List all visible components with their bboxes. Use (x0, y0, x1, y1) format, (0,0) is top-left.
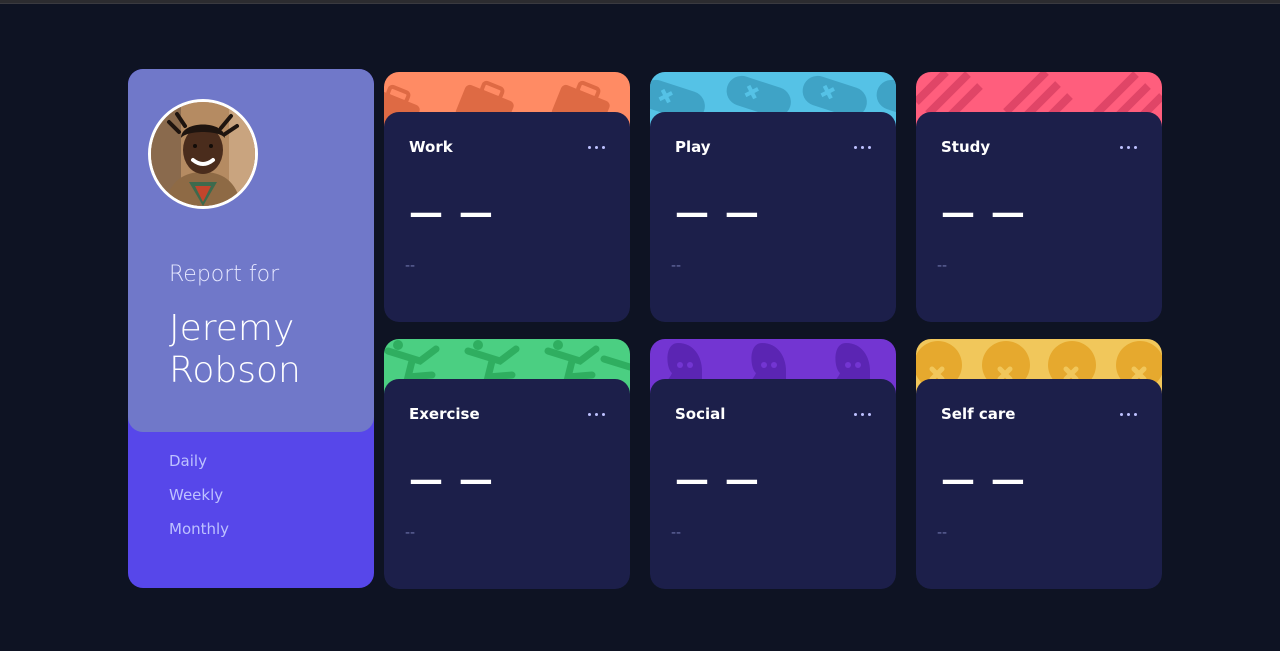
ellipsis-menu-icon[interactable] (584, 401, 610, 425)
current-hours: — — (675, 460, 761, 500)
previous-hours: -- (405, 258, 416, 274)
card-body: Play — — -- (650, 112, 896, 322)
current-hours: — — (409, 193, 495, 233)
card-title: Work (409, 138, 453, 156)
ellipsis-menu-icon[interactable] (850, 134, 876, 158)
card-body: Work — — -- (384, 112, 630, 322)
user-name: Jeremy Robson (169, 308, 301, 391)
timeframe-nav: Daily Weekly Monthly (169, 451, 229, 553)
timeframe-weekly[interactable]: Weekly (169, 485, 229, 519)
ellipsis-menu-icon[interactable] (584, 134, 610, 158)
timeframe-monthly[interactable]: Monthly (169, 519, 229, 553)
timeframe-daily[interactable]: Daily (169, 451, 229, 485)
current-hours: — — (941, 460, 1027, 500)
current-hours: — — (675, 193, 761, 233)
previous-hours: -- (937, 525, 948, 541)
current-hours: — — (941, 193, 1027, 233)
current-hours: — — (409, 460, 495, 500)
avatar-image (151, 102, 255, 206)
browser-top-edge (0, 0, 1280, 4)
card-body: Self care — — -- (916, 379, 1162, 589)
activity-card-study: Study — — -- (916, 72, 1162, 322)
activity-card-exercise: Exercise — — -- (384, 339, 630, 589)
card-title: Social (675, 405, 726, 423)
profile-header: Report for Jeremy Robson (128, 69, 374, 432)
card-title: Study (941, 138, 991, 156)
previous-hours: -- (405, 525, 416, 541)
activity-card-self-care: Self care — — -- (916, 339, 1162, 589)
report-for-label: Report for (169, 262, 280, 287)
ellipsis-menu-icon[interactable] (850, 401, 876, 425)
ellipsis-menu-icon[interactable] (1116, 401, 1142, 425)
avatar (148, 99, 258, 209)
ellipsis-menu-icon[interactable] (1116, 134, 1142, 158)
card-title: Exercise (409, 405, 480, 423)
previous-hours: -- (937, 258, 948, 274)
activity-card-work: Work — — -- (384, 72, 630, 322)
card-body: Social — — -- (650, 379, 896, 589)
previous-hours: -- (671, 258, 682, 274)
card-title: Self care (941, 405, 1016, 423)
card-title: Play (675, 138, 711, 156)
activity-card-social: Social — — -- (650, 339, 896, 589)
profile-card: Report for Jeremy Robson Daily Weekly Mo… (128, 69, 374, 588)
card-body: Study — — -- (916, 112, 1162, 322)
activity-card-play: Play — — -- (650, 72, 896, 322)
card-body: Exercise — — -- (384, 379, 630, 589)
previous-hours: -- (671, 525, 682, 541)
